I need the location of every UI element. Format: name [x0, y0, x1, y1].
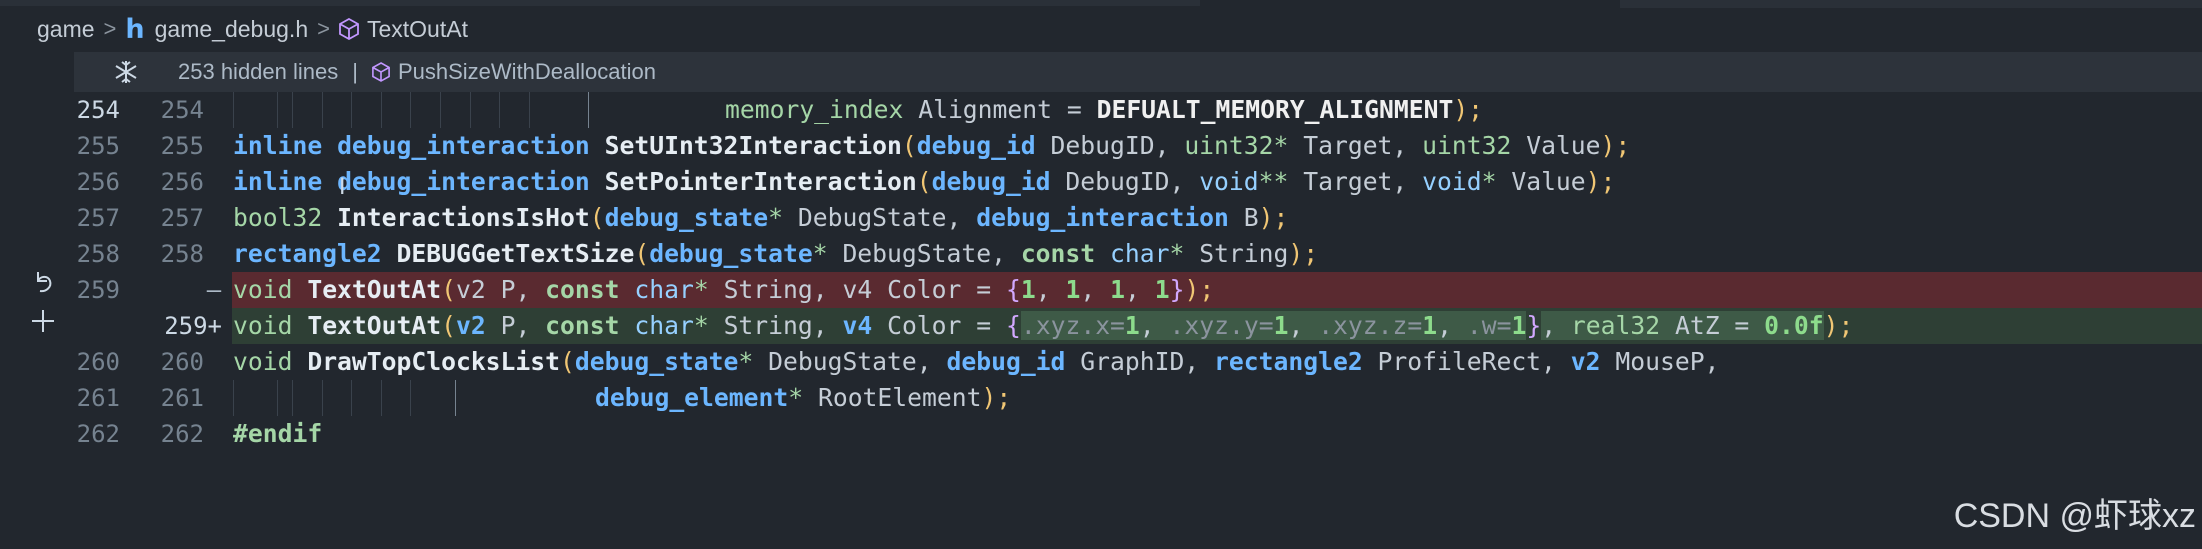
line-number-modified: 261 — [160, 384, 204, 412]
add-comment-icon[interactable] — [30, 306, 56, 344]
code-text[interactable]: bool32 InteractionsIsHot(debug_state* De… — [233, 200, 1288, 236]
sticky-scope[interactable]: PushSizeWithDeallocation — [398, 59, 656, 85]
line-number-original: 256 — [76, 168, 120, 196]
code-text[interactable]: void TextOutAt(v2 P, const char* String,… — [233, 272, 1214, 308]
line-number-modified — [138, 272, 204, 308]
line-number-modified: 260 — [160, 348, 204, 376]
line-number-original: 258 — [76, 240, 120, 268]
cube-icon — [372, 62, 390, 82]
revert-icon[interactable] — [30, 268, 56, 306]
top-strip-right — [1620, 0, 2202, 8]
line-number-modified: 258 — [160, 240, 204, 268]
breadcrumb-folder[interactable]: game — [37, 16, 95, 43]
top-strip-left — [0, 0, 1200, 6]
code-line[interactable]: 261 261 debug_element* RootElement); — [0, 380, 2202, 416]
chevron-right-icon: > — [317, 16, 330, 41]
line-number-modified: 255 — [160, 132, 204, 160]
line-number-original: 261 — [76, 384, 120, 412]
code-line[interactable]: 254 254 memory_index Alignment = DEFUALT… — [0, 92, 2202, 128]
fold-icon[interactable] — [74, 59, 178, 85]
code-line[interactable]: 262 262 #endif — [0, 416, 2202, 452]
code-text[interactable]: inline debug_interaction SetUInt32Intera… — [233, 128, 1630, 164]
cube-icon — [339, 18, 359, 40]
line-number-original — [58, 308, 120, 344]
breadcrumb-symbol[interactable]: TextOutAt — [367, 16, 468, 43]
h-file-icon: h — [125, 13, 145, 45]
code-text[interactable]: memory_index Alignment = DEFUALT_MEMORY_… — [725, 92, 1483, 128]
code-text[interactable]: void DrawTopClocksList(debug_state* Debu… — [233, 344, 1719, 380]
line-number-original: 262 — [76, 420, 120, 448]
code-text[interactable]: #endif — [233, 416, 322, 452]
sticky-scroll-header[interactable]: 253 hidden lines | PushSizeWithDeallocat… — [74, 52, 2202, 92]
code-text[interactable]: rectangle2 DEBUGGetTextSize(debug_state*… — [233, 236, 1318, 272]
line-number-original: 254 — [76, 96, 120, 124]
top-bar-strip — [0, 0, 2202, 8]
hidden-lines-label: 253 hidden lines — [178, 59, 339, 84]
line-number-modified: 257 — [160, 204, 204, 232]
code-line[interactable]: 258 258 rectangle2 DEBUGGetTextSize(debu… — [0, 236, 2202, 272]
code-text[interactable]: inline debug_interaction SetPointerInter… — [233, 164, 1615, 200]
line-number-original: 257 — [76, 204, 120, 232]
line-background — [232, 380, 2202, 416]
text-cursor-icon: I — [339, 175, 346, 200]
watermark: CSDN @虾球xz — [1953, 497, 2196, 535]
line-number-modified: 254 — [160, 96, 204, 124]
line-number-original: 260 — [76, 348, 120, 376]
breadcrumb-file[interactable]: game_debug.h — [155, 16, 308, 43]
line-background — [232, 416, 2202, 452]
code-line-removed[interactable]: 259 — void TextOutAt(v2 P, const char* S… — [0, 272, 2202, 308]
code-text[interactable]: void TextOutAt(v2 P, const char* String,… — [233, 308, 1853, 344]
chevron-right-icon: > — [103, 16, 117, 41]
line-number-modified: 262 — [160, 420, 204, 448]
line-number-modified: 259+ — [164, 312, 222, 340]
code-line-added[interactable]: 259+ void TextOutAt(v2 P, const char* St… — [0, 308, 2202, 344]
code-text[interactable]: debug_element* RootElement); — [595, 380, 1011, 416]
line-number-modified: 256 — [160, 168, 204, 196]
line-number-original: 255 — [76, 132, 120, 160]
removed-marker: — — [206, 276, 222, 304]
code-line[interactable]: 255 255 inline debug_interaction SetUInt… — [0, 128, 2202, 164]
code-line[interactable]: 256 256 inline debug_interaction SetPoin… — [0, 164, 2202, 200]
code-line[interactable]: 260 260 void DrawTopClocksList(debug_sta… — [0, 344, 2202, 380]
sticky-separator: | — [352, 59, 358, 84]
line-number-original: 259 — [76, 276, 120, 304]
breadcrumb: game > h game_debug.h > TextOutAt — [0, 8, 2202, 50]
code-line[interactable]: 257 257 bool32 InteractionsIsHot(debug_s… — [0, 200, 2202, 236]
